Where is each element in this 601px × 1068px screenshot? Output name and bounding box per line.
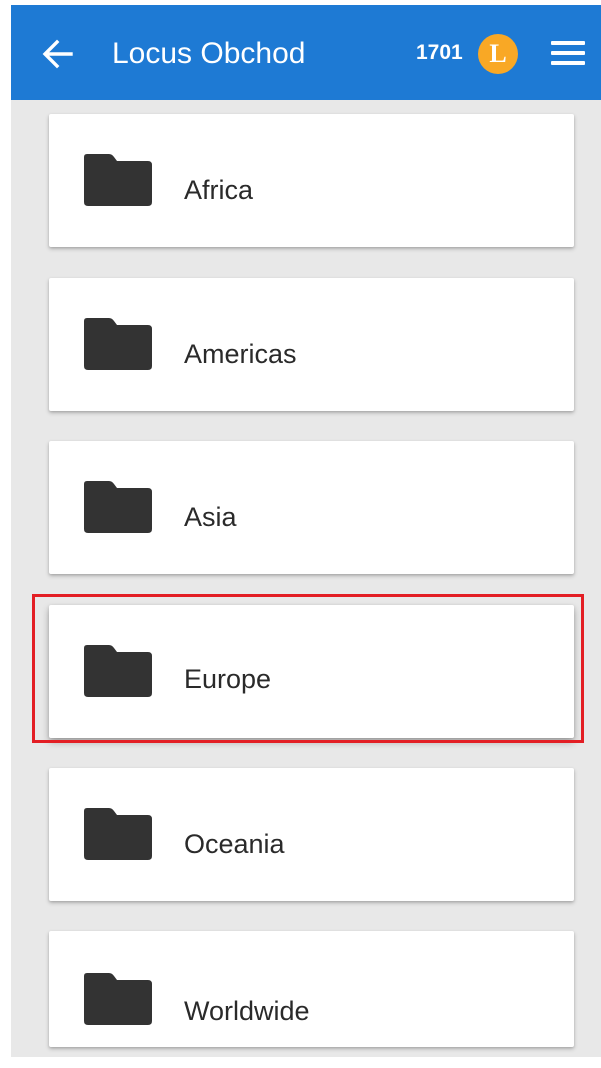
region-label: Worldwide xyxy=(184,996,310,1026)
app-screen: Locus Obchod 1701 L Africa Americas Asia xyxy=(11,5,601,1057)
region-label: Europe xyxy=(184,664,272,694)
hamburger-menu-icon xyxy=(551,41,585,45)
region-card-oceania[interactable]: Oceania xyxy=(49,768,574,901)
region-card-worldwide[interactable]: Worldwide xyxy=(49,931,574,1047)
region-label: Americas xyxy=(184,339,297,369)
region-label: Africa xyxy=(184,175,254,205)
region-card-asia[interactable]: Asia xyxy=(49,441,574,574)
region-label: Asia xyxy=(184,502,237,532)
menu-button[interactable] xyxy=(551,41,587,69)
folder-icon xyxy=(84,318,152,370)
folder-icon xyxy=(84,481,152,533)
back-button[interactable] xyxy=(37,34,77,74)
region-card-americas[interactable]: Americas xyxy=(49,278,574,411)
folder-icon xyxy=(84,973,152,1025)
region-card-europe[interactable]: Europe xyxy=(49,605,574,738)
folder-icon xyxy=(84,154,152,206)
folder-icon xyxy=(84,645,152,697)
points-balance[interactable]: 1701 xyxy=(416,38,463,68)
folder-icon xyxy=(84,808,152,860)
arrow-left-icon xyxy=(42,39,73,69)
region-card-africa[interactable]: Africa xyxy=(49,114,574,247)
locus-coin-icon[interactable]: L xyxy=(478,34,518,74)
region-label: Oceania xyxy=(184,829,285,859)
page-title: Locus Obchod xyxy=(112,37,306,70)
app-bar: Locus Obchod 1701 L xyxy=(11,5,601,100)
